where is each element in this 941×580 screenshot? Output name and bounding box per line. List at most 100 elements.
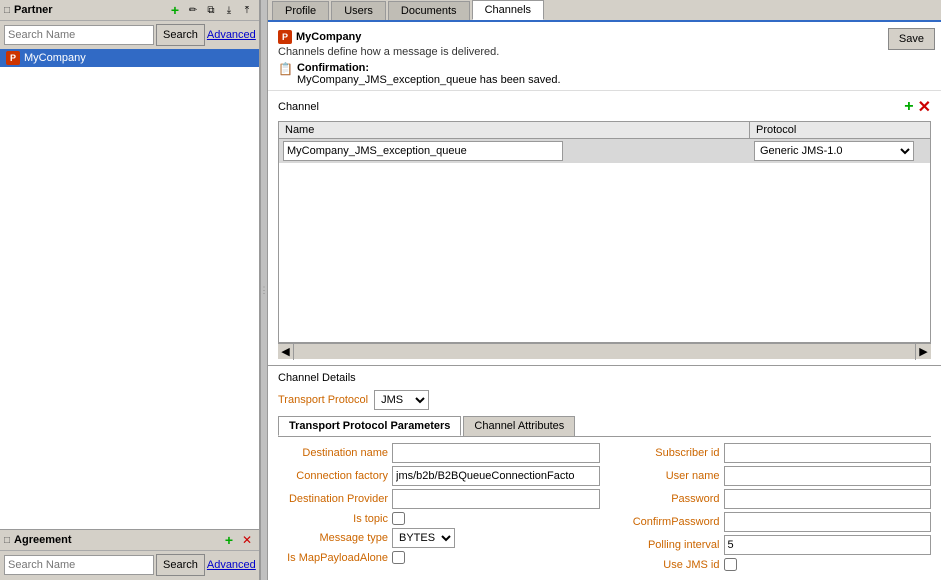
transport-row: Transport Protocol JMS HTTP FTP bbox=[278, 390, 931, 410]
channel-table-row[interactable]: Generic JMS-1.0 bbox=[279, 139, 930, 163]
agreement-section: □ Agreement + ✕ Search Advanced bbox=[0, 530, 259, 580]
agreement-header: □ Agreement + ✕ bbox=[0, 530, 259, 551]
polling-interval-label: Polling interval bbox=[610, 539, 720, 551]
partner-search-button[interactable]: Search bbox=[156, 24, 205, 46]
protocol-select[interactable]: Generic JMS-1.0 bbox=[754, 141, 914, 161]
dest-provider-label: Destination Provider bbox=[278, 493, 388, 505]
dest-provider-row: Destination Provider bbox=[278, 489, 600, 509]
is-topic-row: Is topic bbox=[278, 512, 600, 525]
company-icon: P bbox=[278, 30, 292, 44]
left-fields: Destination name Connection factory Dest… bbox=[278, 443, 600, 574]
partner-import-button[interactable]: ⤓ bbox=[221, 2, 237, 18]
channel-delete-icon[interactable]: ✕ bbox=[918, 97, 931, 117]
user-name-row: User name bbox=[610, 466, 932, 486]
partner-copy-button[interactable]: ⧉ bbox=[203, 2, 219, 18]
password-row: Password bbox=[610, 489, 932, 509]
tab-bar: Profile Users Documents Channels bbox=[268, 0, 941, 22]
map-payload-checkbox[interactable] bbox=[392, 551, 405, 564]
save-button[interactable]: Save bbox=[888, 28, 935, 50]
scroll-right-arrow[interactable]: ▶ bbox=[915, 344, 931, 360]
partner-advanced-link[interactable]: Advanced bbox=[207, 29, 256, 41]
transport-label: Transport Protocol bbox=[278, 394, 368, 406]
channel-section: Channel + ✕ Name Protocol bbox=[268, 91, 941, 365]
partner-export-button[interactable]: ⤒ bbox=[239, 2, 255, 18]
channel-section-header: Channel + ✕ bbox=[278, 97, 931, 117]
channel-table-header: Name Protocol bbox=[279, 122, 930, 139]
tab-documents[interactable]: Documents bbox=[388, 1, 470, 20]
is-topic-label: Is topic bbox=[278, 513, 388, 525]
channel-scrollbar[interactable]: ◀ ▶ bbox=[278, 343, 931, 359]
channel-section-title: Channel bbox=[278, 101, 319, 113]
partner-list: P MyCompany bbox=[0, 49, 259, 529]
password-label: Password bbox=[610, 493, 720, 505]
partner-title: Partner bbox=[14, 4, 53, 16]
tab-transport-params[interactable]: Transport Protocol Parameters bbox=[278, 416, 461, 436]
tab-profile[interactable]: Profile bbox=[272, 1, 329, 20]
agreement-title: Agreement bbox=[14, 534, 71, 546]
content-area: Save P MyCompany Channels define how a m… bbox=[268, 22, 941, 580]
tab-users[interactable]: Users bbox=[331, 1, 386, 20]
map-payload-label: Is MapPayloadAlone bbox=[278, 552, 388, 564]
msg-type-label: Message type bbox=[278, 532, 388, 544]
confirmation-message: MyCompany_JMS_exception_queue has been s… bbox=[297, 74, 561, 86]
scroll-left-arrow[interactable]: ◀ bbox=[278, 344, 294, 360]
scroll-track[interactable] bbox=[294, 344, 915, 359]
channel-details-title: Channel Details bbox=[278, 372, 931, 384]
confirm-password-input[interactable] bbox=[724, 512, 932, 532]
channel-table: Name Protocol Generic JMS-1.0 bbox=[278, 121, 931, 343]
partner-add-button[interactable]: + bbox=[167, 2, 183, 18]
subtitle: Channels define how a message is deliver… bbox=[278, 46, 931, 58]
channel-add-icon[interactable]: + bbox=[904, 98, 913, 116]
agreement-delete-button[interactable]: ✕ bbox=[239, 532, 255, 548]
dest-name-input[interactable] bbox=[392, 443, 600, 463]
confirmation-icon: 📋 bbox=[278, 62, 293, 76]
dest-name-row: Destination name bbox=[278, 443, 600, 463]
dest-provider-input[interactable] bbox=[392, 489, 600, 509]
dest-name-label: Destination name bbox=[278, 447, 388, 459]
tab-channels[interactable]: Channels bbox=[472, 0, 544, 20]
company-name: P MyCompany bbox=[278, 30, 931, 44]
channel-details: Channel Details Transport Protocol JMS H… bbox=[268, 365, 941, 580]
subscriber-id-input[interactable] bbox=[724, 443, 932, 463]
transport-protocol-select[interactable]: JMS HTTP FTP bbox=[374, 390, 429, 410]
agreement-collapse-icon[interactable]: □ bbox=[4, 535, 10, 546]
msg-type-select[interactable]: BYTES TEXT MAP bbox=[392, 528, 455, 548]
conn-factory-input[interactable] bbox=[392, 466, 600, 486]
partner-item-name: MyCompany bbox=[24, 52, 86, 64]
agreement-advanced-link[interactable]: Advanced bbox=[207, 559, 256, 571]
is-topic-checkbox[interactable] bbox=[392, 512, 405, 525]
polling-interval-row: Polling interval bbox=[610, 535, 932, 555]
partner-edit-button[interactable]: ✏ bbox=[185, 2, 201, 18]
password-input[interactable] bbox=[724, 489, 932, 509]
channel-name-input[interactable] bbox=[283, 141, 563, 161]
confirm-password-label: ConfirmPassword bbox=[610, 516, 720, 528]
msg-type-row: Message type BYTES TEXT MAP bbox=[278, 528, 600, 548]
resize-handle[interactable]: ⋮ bbox=[260, 0, 268, 580]
col-protocol-header: Protocol bbox=[750, 122, 930, 138]
agreement-search-button[interactable]: Search bbox=[156, 554, 205, 576]
use-jms-id-row: Use JMS id bbox=[610, 558, 932, 571]
use-jms-id-checkbox[interactable] bbox=[724, 558, 737, 571]
transport-tabs: Transport Protocol Parameters Channel At… bbox=[278, 416, 931, 437]
confirmation-box: 📋 Confirmation: MyCompany_JMS_exception_… bbox=[278, 62, 931, 86]
confirm-password-row: ConfirmPassword bbox=[610, 512, 932, 532]
use-jms-id-label: Use JMS id bbox=[610, 559, 720, 571]
agreement-search-input[interactable] bbox=[4, 555, 154, 575]
confirmation-label: Confirmation: bbox=[297, 62, 369, 74]
conn-factory-row: Connection factory bbox=[278, 466, 600, 486]
partner-search-input[interactable] bbox=[4, 25, 154, 45]
user-name-label: User name bbox=[610, 470, 720, 482]
map-payload-row: Is MapPayloadAlone bbox=[278, 551, 600, 564]
tab-channel-attributes[interactable]: Channel Attributes bbox=[463, 416, 575, 436]
agreement-search-row: Search Advanced bbox=[0, 551, 259, 579]
agreement-add-button[interactable]: + bbox=[221, 532, 237, 548]
subscriber-id-row: Subscriber id bbox=[610, 443, 932, 463]
partner-list-item[interactable]: P MyCompany bbox=[0, 49, 259, 67]
user-name-input[interactable] bbox=[724, 466, 932, 486]
partner-item-icon: P bbox=[6, 51, 20, 65]
content-header: Save P MyCompany Channels define how a m… bbox=[268, 22, 941, 91]
partner-collapse-icon[interactable]: □ bbox=[4, 5, 10, 16]
polling-interval-input[interactable] bbox=[724, 535, 932, 555]
partner-header: □ Partner + ✏ ⧉ ⤓ ⤒ bbox=[0, 0, 259, 21]
channel-row-name-cell bbox=[279, 139, 750, 163]
